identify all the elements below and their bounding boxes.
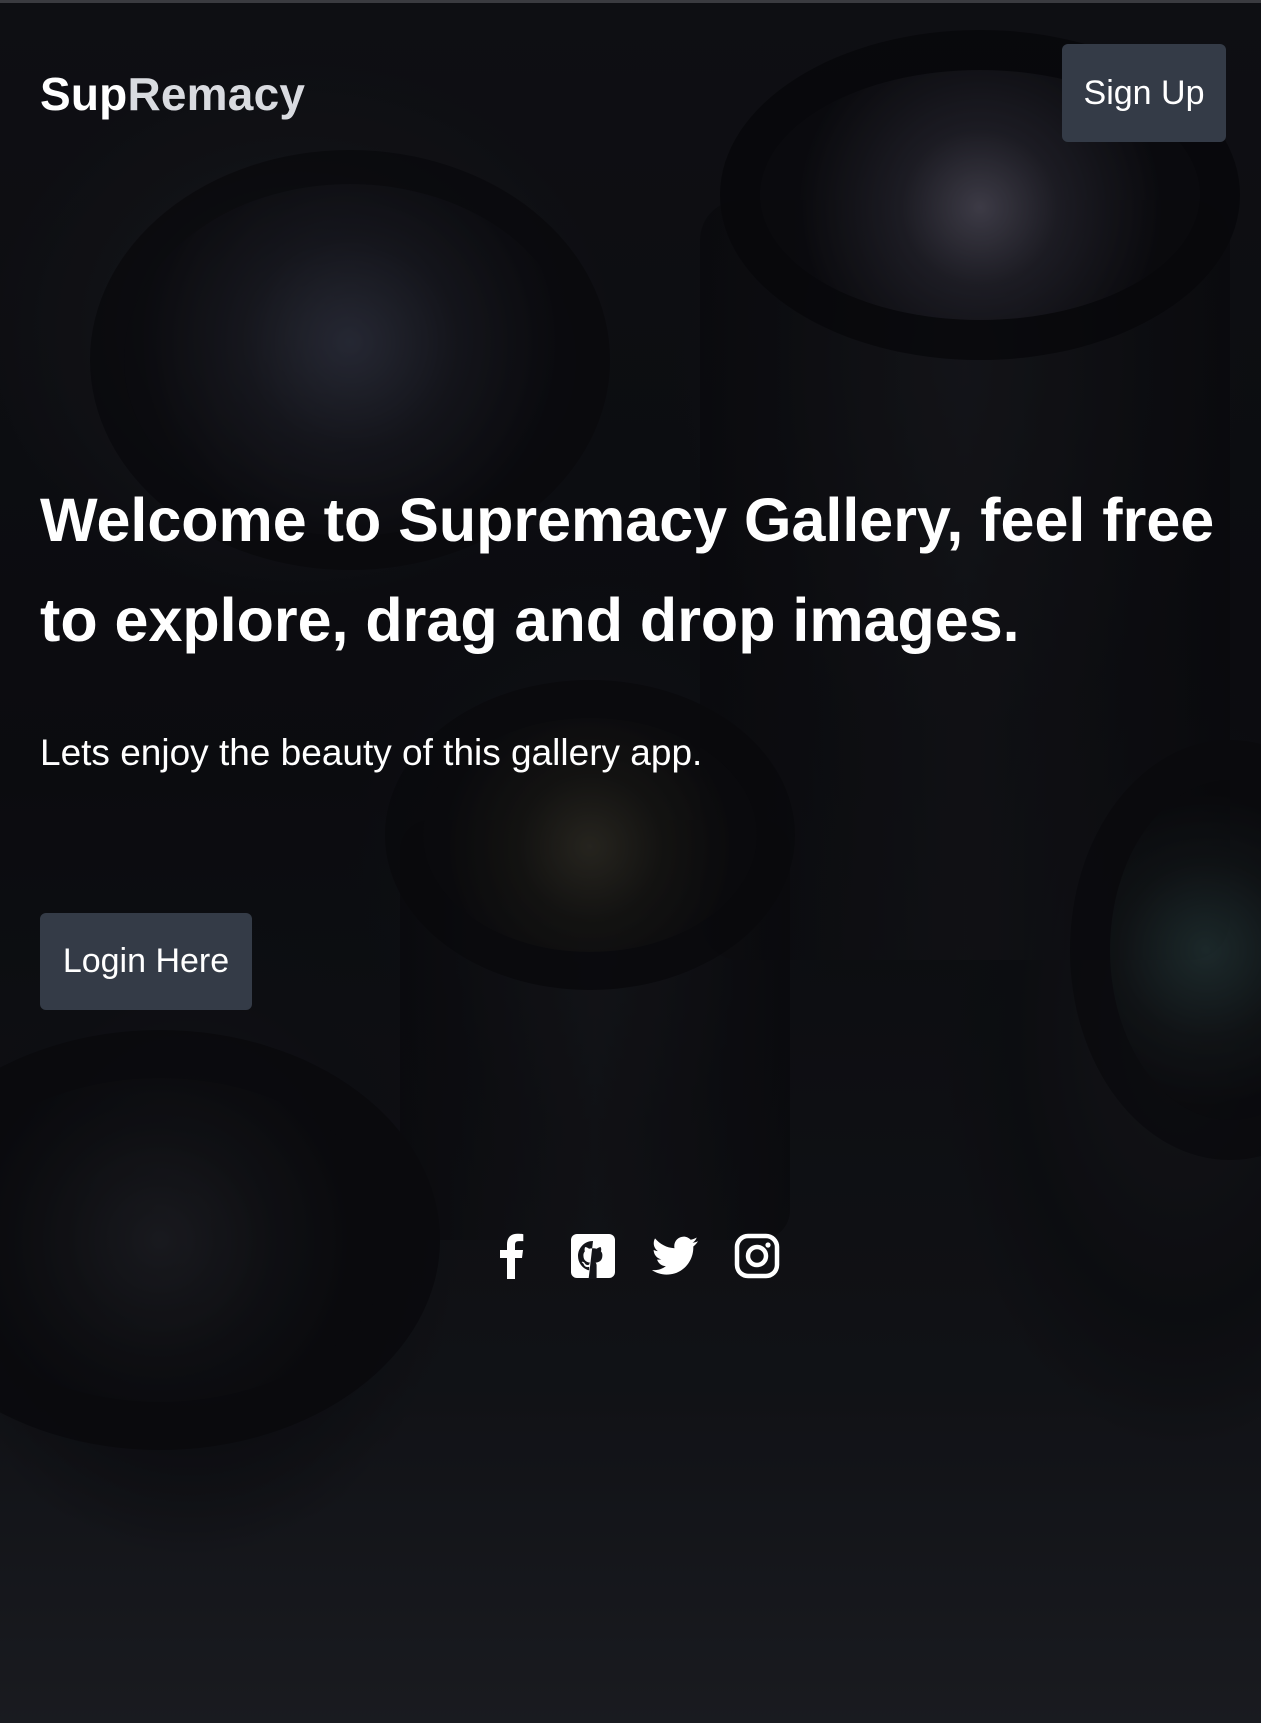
sign-up-button[interactable]: Sign Up [1062,44,1226,142]
brand-logo[interactable]: SupRemacy [40,66,305,122]
github-link[interactable] [570,1230,616,1282]
brand-text-secondary: Remacy [127,68,306,120]
facebook-icon [500,1233,524,1279]
hero-subtitle: Lets enjoy the beauty of this gallery ap… [40,732,703,773]
login-button[interactable]: Login Here [40,913,252,1010]
brand-text-primary: Sup [40,68,128,120]
facebook-link[interactable] [488,1230,534,1282]
hero-title: Welcome to Supremacy Gallery, feel free … [40,486,1215,654]
landing-page: SupRemacy Sign Up Welcome to Supremacy G… [0,0,1261,1723]
twitter-link[interactable] [652,1230,698,1282]
instagram-icon [734,1233,780,1279]
social-links [488,1230,780,1282]
instagram-link[interactable] [734,1230,780,1282]
github-icon [571,1234,615,1279]
background-overlay [0,0,1261,1723]
twitter-icon [652,1236,698,1275]
